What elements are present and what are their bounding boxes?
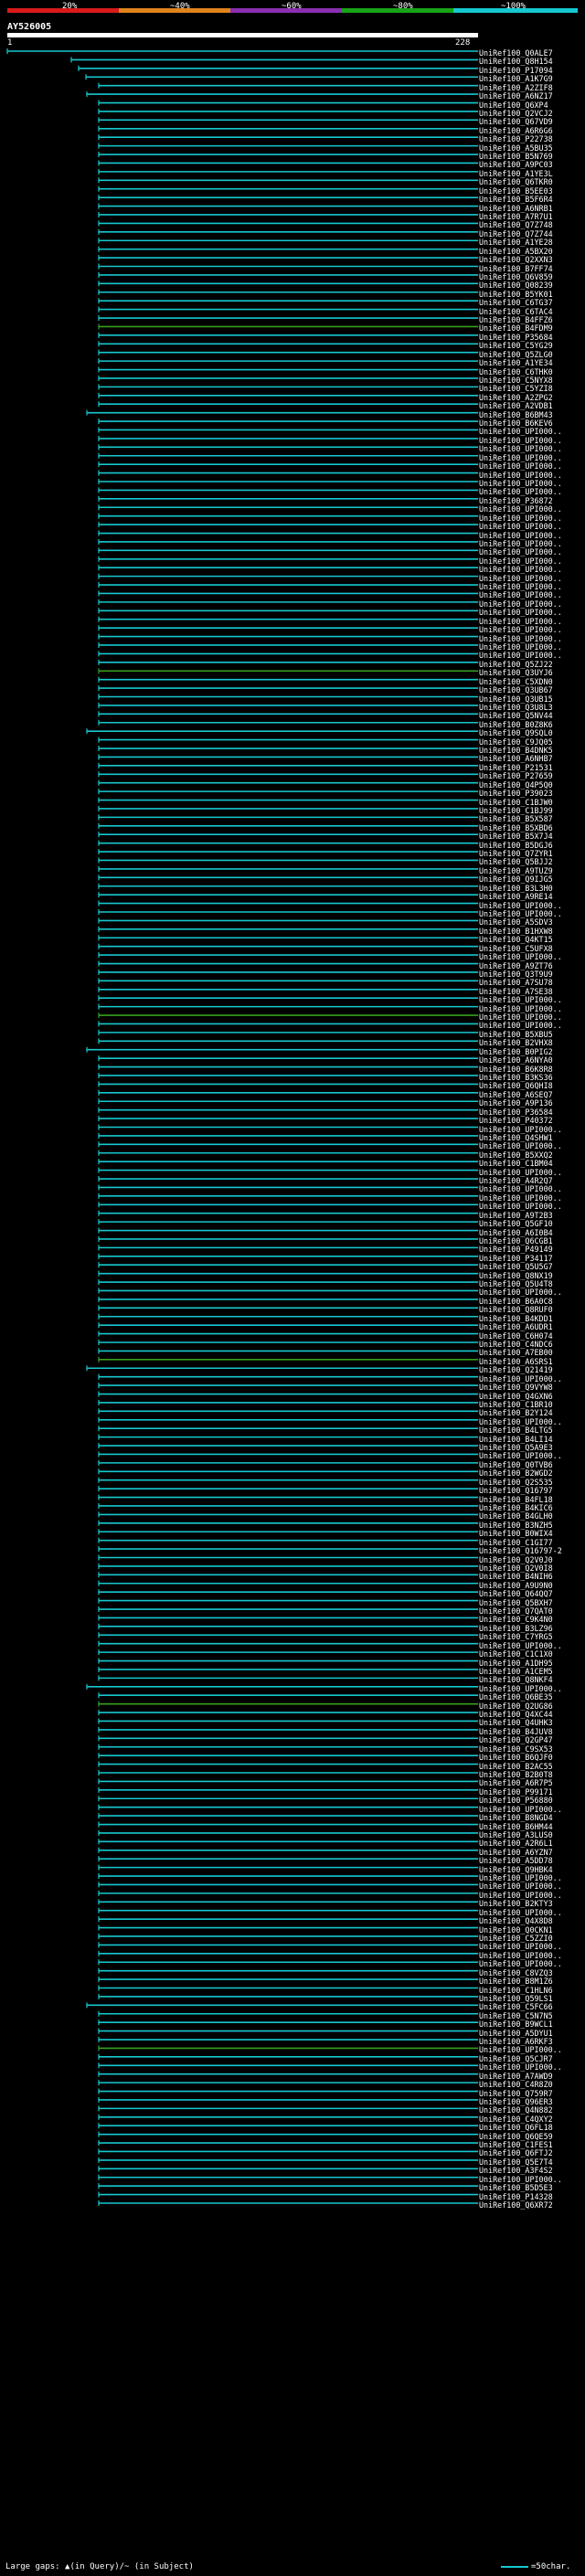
hit-label[interactable]: UniRef100_Q4X8D8 (479, 1917, 553, 1925)
scale-segment-green (342, 8, 453, 13)
hit-label[interactable]: UniRef100_UPI000.. (479, 445, 562, 453)
hit-label[interactable]: UniRef100_Q9SQL0 (479, 729, 553, 737)
hit-label[interactable]: UniRef100_UPI000.. (479, 1142, 562, 1150)
hit-label[interactable]: UniRef100_P22738 (479, 135, 553, 143)
hit-label[interactable]: UniRef100_P40372 (479, 1117, 553, 1125)
hit-label[interactable]: UniRef100_Q16797 (479, 1487, 553, 1495)
hit-label[interactable]: UniRef100_A6UDR1 (479, 1323, 553, 1331)
hit-label[interactable]: UniRef100_B6QJF0 (479, 1754, 553, 1762)
char-scale-legend: =50char. (501, 2562, 570, 2571)
hit-label[interactable]: UniRef100_B0WIX4 (479, 1530, 553, 1538)
hit-label[interactable]: UniRef100_UPI000.. (479, 1203, 562, 1211)
hit-label[interactable]: UniRef100_Q3UYJ6 (479, 669, 553, 677)
hit-label[interactable]: UniRef100_Q6TKR0 (479, 178, 553, 186)
hit-label[interactable]: UniRef100_C6TG37 (479, 299, 553, 307)
hit-label[interactable]: UniRef100_UPI000.. (479, 996, 562, 1004)
hit-label[interactable]: UniRef100_Q5NV44 (479, 712, 553, 720)
scale-segment-cyan (453, 8, 578, 13)
hit-label[interactable]: UniRef100_Q6FL18 (479, 2124, 553, 2132)
hit-label[interactable]: UniRef100_C1BM04 (479, 1160, 553, 1168)
hit-label[interactable]: UniRef100_Q2GP47 (479, 1736, 553, 1744)
hit-label[interactable]: UniRef100_A3F4S2 (479, 2167, 553, 2175)
hit-label[interactable]: UniRef100_A1YE34 (479, 359, 553, 367)
hit-label[interactable]: UniRef100_B8NGD4 (479, 1814, 553, 1822)
gap-legend: Large gaps: ▲(in Query)/~ (in Subject) (5, 2562, 194, 2571)
scale-segment-red (7, 8, 119, 13)
hit-label[interactable]: UniRef100_C4R8Z0 (479, 2081, 553, 2089)
hit-label[interactable]: UniRef100_B4LTG5 (479, 1426, 553, 1435)
hit-label[interactable]: UniRef100_A7SU78 (479, 979, 553, 987)
hit-label[interactable]: UniRef100_UPI000.. (479, 953, 562, 961)
hit-label[interactable]: UniRef100_B2KTY3 (479, 1900, 553, 1908)
hit-label[interactable]: UniRef100_P56880 (479, 1797, 553, 1805)
hit-label[interactable]: UniRef100_A1K7G9 (479, 75, 553, 83)
hit-label[interactable]: UniRef100_Q5GF10 (479, 1220, 553, 1228)
hit-label[interactable]: UniRef100_A1YE28 (479, 239, 553, 247)
hit-label[interactable]: UniRef100_UPI000.. (479, 566, 562, 574)
hit-label[interactable]: UniRef100_Q08239 (479, 281, 553, 290)
hit-label[interactable]: UniRef100_UPI000.. (479, 2063, 562, 2072)
hit-label[interactable]: UniRef100_B4NIH6 (479, 1573, 553, 1581)
hit-label[interactable]: UniRef100_B2WGD2 (479, 1469, 553, 1478)
hit-label[interactable]: UniRef100_Q21419 (479, 1366, 553, 1374)
hit-label[interactable]: UniRef100_Q4KT15 (479, 936, 553, 944)
hit-label[interactable]: UniRef100_B5F6R4 (479, 196, 553, 204)
hit-label[interactable]: UniRef100_C7YRG5 (479, 1633, 553, 1641)
hit-label[interactable]: UniRef100_B2VHX8 (479, 1039, 553, 1047)
hit-label[interactable]: UniRef100_Q6BE35 (479, 1693, 553, 1701)
hit-label[interactable]: UniRef100_B5X7J4 (479, 832, 553, 841)
hit-label[interactable]: UniRef100_C1C1X0 (479, 1650, 553, 1659)
hit-label[interactable]: UniRef100_UPI000.. (479, 609, 562, 617)
hit-label[interactable]: UniRef100_Q5U5G7 (479, 1263, 553, 1271)
hit-label[interactable]: UniRef100_B5D5E3 (479, 2184, 553, 2192)
hit-label[interactable]: UniRef100_A2VDB1 (479, 402, 553, 410)
hit-label[interactable]: UniRef100_UPI000.. (479, 548, 562, 557)
hit-label[interactable]: UniRef100_A9P136 (479, 1099, 553, 1108)
hit-label[interactable]: UniRef100_UPI000.. (479, 523, 562, 531)
hit-label[interactable]: UniRef100_A6NYA0 (479, 1056, 553, 1065)
hit-label[interactable]: UniRef100_UPI000.. (479, 505, 562, 514)
query-title: AY526005 (7, 22, 52, 32)
hit-label[interactable]: UniRef100_Q9IJG5 (479, 875, 553, 884)
hit-label[interactable]: UniRef100_B9WCL1 (479, 2020, 553, 2029)
hit-label[interactable]: UniRef100_A6NZ17 (479, 92, 553, 101)
hit-label[interactable]: UniRef100_UPI000.. (479, 1960, 562, 1968)
hit-label[interactable]: UniRef100_Q16797-2 (479, 1547, 562, 1555)
scale-line (501, 2565, 528, 2568)
hit-label[interactable]: UniRef100_C5YG29 (479, 342, 553, 350)
hit-label[interactable]: UniRef100_P39023 (479, 790, 553, 798)
char-scale-text: =50char. (531, 2562, 571, 2571)
hit-label[interactable]: UniRef100_Q9VYW8 (479, 1383, 553, 1392)
hit-label[interactable]: UniRef100_Q6XR72 (479, 2201, 553, 2210)
scale-segment-purple (230, 8, 342, 13)
hit-label[interactable]: UniRef100_B8M1Z6 (479, 1977, 553, 1986)
hit-label[interactable]: UniRef100_A2R6L1 (479, 1839, 553, 1848)
hit-label[interactable]: UniRef100_UPI000.. (479, 626, 562, 634)
hit-label[interactable]: UniRef100_Q2XXN3 (479, 256, 553, 264)
hit-label[interactable]: UniRef100_Q64QQ7 (479, 1590, 553, 1598)
scale-segment-orange (119, 8, 230, 13)
hit-label[interactable]: UniRef100_A5DD78 (479, 1857, 553, 1865)
hit-label[interactable]: UniRef100_B2Y124 (479, 1409, 553, 1417)
query-bar (7, 33, 478, 37)
hit-label[interactable]: UniRef100_UPI000.. (479, 462, 562, 471)
hit-label[interactable]: UniRef100_A9RE14 (479, 893, 553, 901)
hit-label[interactable]: UniRef100_Q8RUF0 (479, 1306, 553, 1314)
hit-label[interactable]: UniRef100_Q3UB67 (479, 686, 553, 694)
hit-label[interactable]: UniRef100_C5FC66 (479, 2003, 553, 2011)
hit-label[interactable]: UniRef100_Q67VD9 (479, 118, 553, 126)
percent-scale-bar: 20% ~40% ~60% ~80% ~100% (7, 2, 578, 13)
hit-label[interactable]: UniRef100_P27659 (479, 772, 553, 780)
